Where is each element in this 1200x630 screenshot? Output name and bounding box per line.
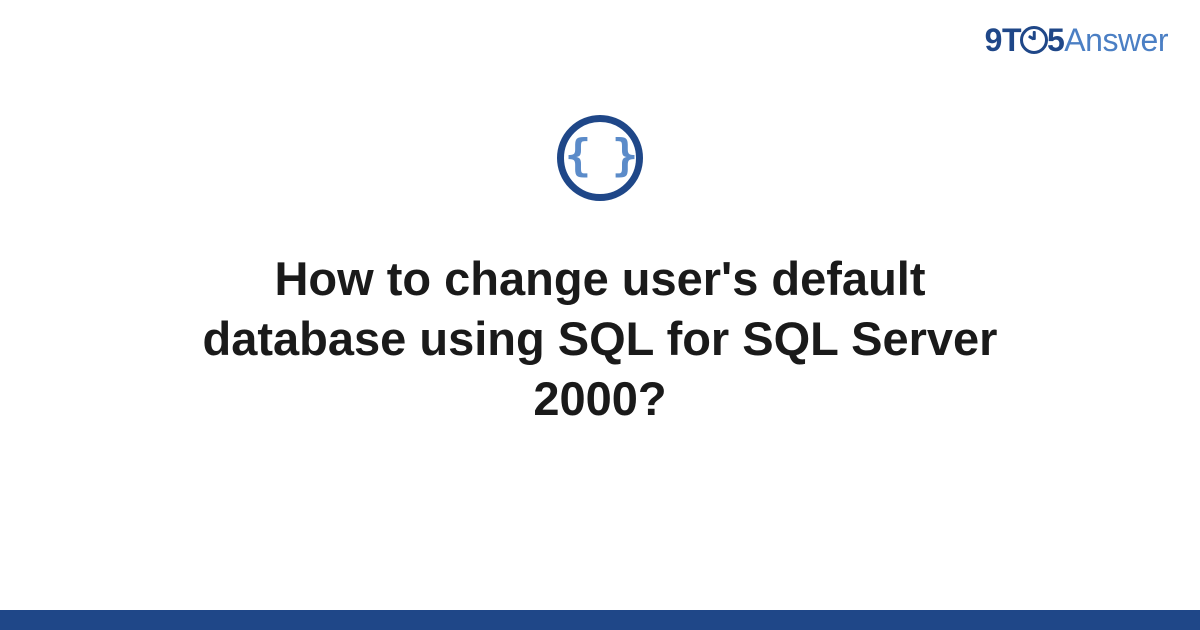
braces-glyph: { } bbox=[565, 134, 635, 182]
brand-text-5: 5 bbox=[1047, 22, 1064, 58]
brand-logo: 9T 5Answer bbox=[985, 22, 1168, 59]
clock-icon bbox=[1020, 26, 1048, 54]
footer-accent-bar bbox=[0, 610, 1200, 630]
brand-text-9t: 9T bbox=[985, 22, 1021, 58]
brand-text-answer: Answer bbox=[1064, 22, 1168, 58]
content-container: { } How to change user's default databas… bbox=[0, 115, 1200, 429]
code-braces-icon: { } bbox=[557, 115, 643, 201]
question-title: How to change user's default database us… bbox=[170, 249, 1030, 429]
